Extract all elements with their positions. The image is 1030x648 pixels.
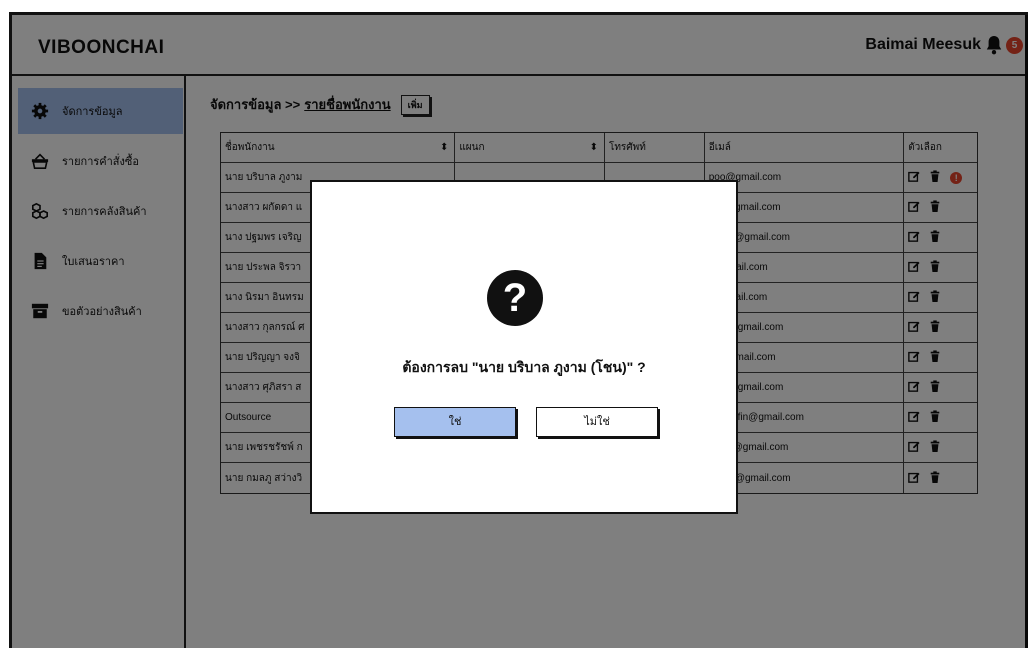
confirm-yes-button[interactable]: ใช่: [394, 407, 516, 437]
question-icon: ?: [487, 270, 543, 326]
confirm-delete-dialog: ? ต้องการลบ "นาย บริบาล ภูงาม (โชน)" ? ใ…: [310, 180, 738, 514]
confirm-no-button[interactable]: ไม่ใช่: [536, 407, 658, 437]
dialog-message: ต้องการลบ "นาย บริบาล ภูงาม (โชน)" ?: [402, 359, 646, 375]
